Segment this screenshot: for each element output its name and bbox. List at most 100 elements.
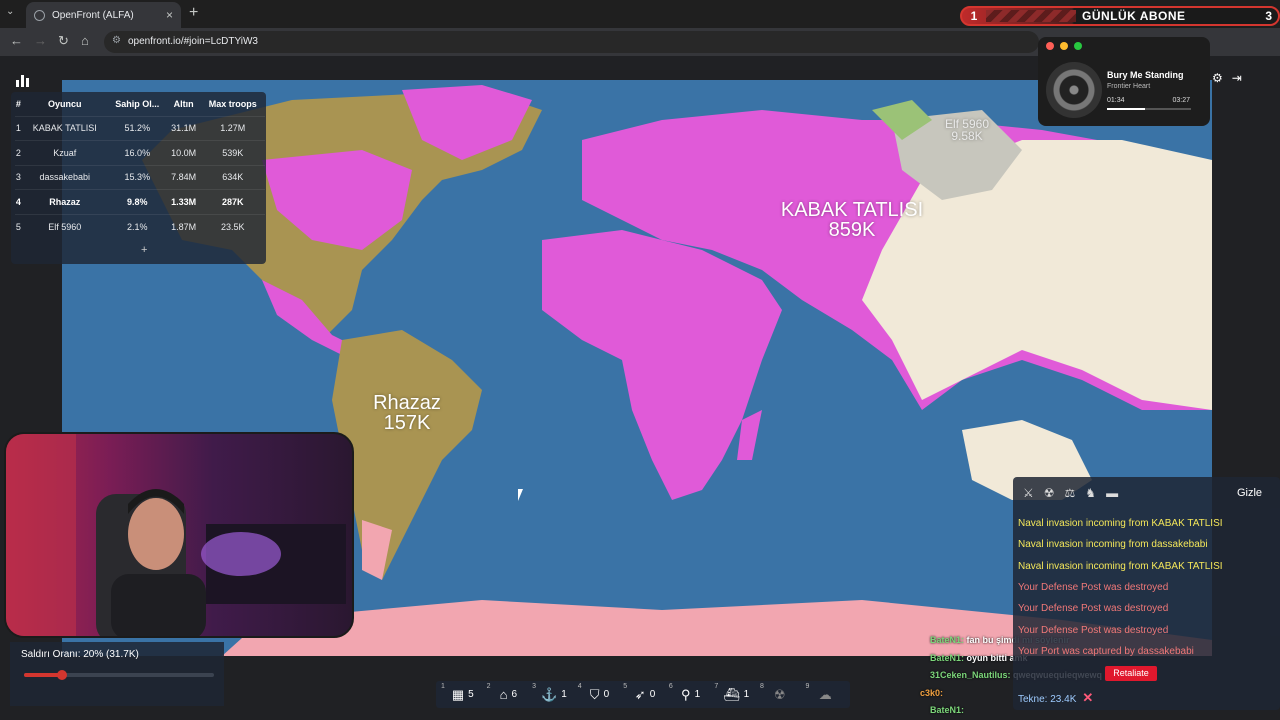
col-player[interactable]: Oyuncu <box>22 92 108 116</box>
chat-filter-icon[interactable]: ▬ <box>1106 486 1118 500</box>
tab-search-icon[interactable]: ⌄ <box>6 6 14 17</box>
missile-silo-icon: ➶ <box>634 686 646 702</box>
build-count: 5 <box>468 689 474 700</box>
boat-status: Tekne: 23.4K ✕ <box>1018 690 1093 706</box>
sam-launcher-icon: ⚲ <box>681 686 691 702</box>
hotkey-label: 1 <box>441 682 445 690</box>
hotkey-label: 8 <box>759 682 764 690</box>
col-rank[interactable]: # <box>15 92 22 116</box>
cell: 2 <box>15 140 22 165</box>
leaderboard-row[interactable]: 1 KABAK TATLISI 51.2% 31.1M 1.27M <box>15 115 265 141</box>
leaderboard-toggle-icon[interactable] <box>14 72 32 88</box>
build-slot[interactable]: 8 ☢ <box>759 682 805 706</box>
alliance-filter-icon[interactable]: ♞ <box>1085 486 1096 500</box>
build-count: 6 <box>511 689 518 700</box>
settings-icon[interactable]: ⚙ <box>1212 71 1223 85</box>
nuke-filter-icon[interactable]: ☢ <box>1044 486 1055 500</box>
rhazaz-label: Rhazaz 157K <box>347 393 467 433</box>
minimize-dot-icon[interactable] <box>1060 42 1068 50</box>
address-bar[interactable]: ⚙ openfront.io/#join=LcDTYiW3 <box>104 31 1039 53</box>
chat-user: BateN1: <box>930 653 965 663</box>
hotkey-label: 3 <box>532 682 537 690</box>
chat-line: c3k0: <box>920 688 943 698</box>
event-message: Your Port was captured by dassakebabi <box>1018 645 1194 657</box>
close-dot-icon[interactable] <box>1046 42 1054 50</box>
attack-rate-label: Saldırı Oranı: 20% (31.7K) <box>21 649 139 660</box>
rhazaz-troops: 157K <box>383 412 431 434</box>
cell: KABAK TATLISI <box>21 115 108 141</box>
new-tab-icon[interactable]: + <box>189 4 198 22</box>
build-slot[interactable]: 7 ⛴ 1 <box>713 683 759 706</box>
home-icon[interactable]: ⌂ <box>81 33 89 48</box>
build-slot[interactable]: 2 ⌂ 6 <box>486 682 532 706</box>
cell: 10.0M <box>166 140 201 165</box>
retaliate-button[interactable]: Retaliate <box>1105 666 1157 681</box>
build-slot[interactable]: 5 ➶ 0 <box>622 683 668 706</box>
cell: 1 <box>15 115 22 141</box>
col-gold[interactable]: Altın <box>167 92 201 116</box>
rhazaz-name: Rhazaz <box>373 392 441 414</box>
hotkey-label: 2 <box>486 682 491 690</box>
maximize-dot-icon[interactable] <box>1074 42 1082 50</box>
song-title: Bury Me Standing <box>1107 70 1184 80</box>
sword-filter-icon[interactable]: ⚔ <box>1023 486 1034 500</box>
cell: 4 <box>15 189 22 214</box>
leaderboard-row[interactable]: 2 Kzuaf 16.0% 10.0M 539K <box>15 140 265 165</box>
banner-right-number: 3 <box>1265 9 1272 23</box>
song-progress-bar <box>1107 108 1191 110</box>
build-count: 0 <box>603 689 610 700</box>
col-max-troops[interactable]: Max troops <box>200 92 265 116</box>
event-message: Your Defense Post was destroyed <box>1018 581 1169 593</box>
forward-icon[interactable]: → <box>34 33 47 48</box>
tab-title: OpenFront (ALFA) <box>52 9 134 21</box>
cell: 1.87M <box>166 213 201 239</box>
build-count: 1 <box>561 689 567 700</box>
album-art <box>1046 62 1102 118</box>
cell: 7.84M <box>166 164 201 190</box>
boat-label: Tekne: 23.4K <box>1018 694 1077 705</box>
cell: 634K <box>200 164 265 190</box>
event-filter-icons: ⚔ ☢ ⚖ ♞ ▬ <box>1023 486 1118 500</box>
defense-shield-icon: ⛉ <box>589 686 600 702</box>
south-america-tip <box>362 520 392 580</box>
attack-rate-knob[interactable] <box>57 670 67 680</box>
trade-filter-icon[interactable]: ⚖ <box>1065 486 1076 500</box>
build-slot[interactable]: 3 ⚓ 1 <box>531 682 577 706</box>
leaderboard-row[interactable]: 3 dassakebabi 15.3% 7.84M 634K <box>15 164 265 190</box>
build-slot[interactable]: 4 ⛉ 0 <box>577 683 623 706</box>
exit-icon[interactable]: ⇥ <box>1232 71 1242 85</box>
leaderboard-row[interactable]: 5 Elf 5960 2.1% 1.87M 23.5K <box>15 213 265 239</box>
browser-tab[interactable]: OpenFront (ALFA) × <box>26 2 181 28</box>
hydrogen-bomb-icon: ☁ <box>818 686 832 702</box>
cell: Rhazaz <box>21 189 108 214</box>
globe-icon <box>34 9 45 21</box>
chat-user: 31Ceken_Nautilus: <box>930 670 1011 680</box>
warship-icon: ⛴ <box>723 686 740 702</box>
hide-events-button[interactable]: Gizle <box>1237 487 1262 499</box>
cell: Kzuaf <box>21 140 108 165</box>
attack-rate-slider[interactable] <box>24 670 214 680</box>
banner-label: GÜNLÜK ABONE <box>1082 9 1186 23</box>
close-tab-icon[interactable]: × <box>166 8 173 22</box>
event-message: Naval invasion incoming from KABAK TATLI… <box>1018 560 1223 572</box>
city-icon: ▦ <box>451 686 465 702</box>
col-owned[interactable]: Sahip Ol... <box>108 92 167 116</box>
attack-rate-panel: Saldırı Oranı: 20% (31.7K) <box>10 642 224 706</box>
reload-icon[interactable]: ↻ <box>58 33 69 49</box>
webcam-scene <box>6 434 346 636</box>
leaderboard-row-self[interactable]: 4 Rhazaz 9.8% 1.33M 287K <box>15 189 265 214</box>
back-icon[interactable]: ← <box>10 33 23 48</box>
cell: 2.1% <box>107 213 167 239</box>
site-info-icon[interactable]: ⚙ <box>112 35 121 46</box>
webcam-overlay <box>4 432 354 638</box>
cell: 1.27M <box>200 115 265 141</box>
song-total: 03:27 <box>1172 97 1190 104</box>
hotkey-label: 6 <box>668 682 673 690</box>
cell: dassakebabi <box>21 164 108 190</box>
build-slot[interactable]: 6 ⚲ 1 <box>668 682 714 706</box>
cancel-boat-icon[interactable]: ✕ <box>1082 690 1093 705</box>
build-slot[interactable]: 1 ▦ 5 <box>440 682 486 706</box>
build-slot[interactable]: 9 ☁ <box>805 683 851 706</box>
song-artist: Frontier Heart <box>1107 83 1151 90</box>
leaderboard-expand-button[interactable]: + <box>141 244 147 256</box>
